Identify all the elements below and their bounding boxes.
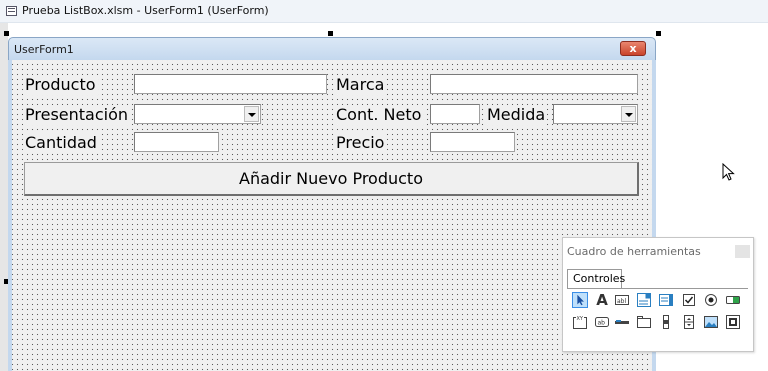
label-cont-neto[interactable]: Cont. Neto [334, 105, 424, 125]
toolbox-divider [567, 288, 748, 289]
close-button[interactable]: x [620, 41, 646, 56]
marca-textbox[interactable] [430, 74, 638, 94]
scrollbar-icon[interactable] [658, 314, 674, 330]
label-precio[interactable]: Precio [334, 133, 387, 153]
dropdown-arrow-icon[interactable] [244, 106, 259, 122]
label-presentacion[interactable]: Presentación [23, 105, 131, 125]
precio-textbox[interactable] [430, 132, 515, 152]
close-icon: x [629, 42, 637, 55]
label-cantidad[interactable]: Cantidad [23, 133, 99, 153]
dropdown-arrow-icon[interactable] [621, 106, 636, 122]
label-producto[interactable]: Producto [23, 75, 98, 95]
label-medida[interactable]: Medida [485, 105, 548, 125]
image-icon[interactable] [703, 314, 719, 330]
designer-gutter [0, 23, 8, 371]
multipage-icon[interactable] [636, 314, 652, 330]
label-icon[interactable]: A [594, 292, 610, 308]
svg-text:abl: abl [617, 298, 626, 305]
designer-title: Prueba ListBox.xlsm - UserForm1 (UserFor… [22, 4, 269, 17]
mouse-cursor-icon [722, 163, 735, 181]
frame-glyph: XY [577, 316, 584, 322]
toolbox-close-button[interactable] [735, 245, 750, 258]
toolbox-title: Cuadro de herramientas [567, 245, 701, 258]
presentacion-combobox[interactable] [134, 104, 261, 124]
userform-window-icon [6, 6, 17, 16]
spinbutton-icon[interactable] [681, 314, 697, 330]
cont-neto-textbox[interactable] [430, 104, 480, 124]
pointer-icon[interactable] [572, 292, 588, 308]
add-product-button[interactable]: Añadir Nuevo Producto [24, 162, 639, 196]
resize-handle-top-left[interactable] [4, 31, 9, 36]
resize-handle-top[interactable] [328, 31, 333, 36]
resize-handle-top-right[interactable] [656, 31, 661, 36]
tabstrip-icon[interactable] [614, 314, 630, 330]
refedit-icon[interactable] [725, 314, 741, 330]
producto-textbox[interactable] [134, 74, 327, 94]
button-glyph: ab [598, 320, 606, 327]
label-marca[interactable]: Marca [334, 75, 387, 95]
togglebutton-icon[interactable] [725, 292, 741, 308]
checkbox-icon[interactable] [681, 292, 697, 308]
cantidad-textbox[interactable] [134, 132, 219, 152]
listbox-icon[interactable] [658, 292, 674, 308]
commandbutton-icon[interactable]: ab [594, 314, 610, 330]
combobox-icon[interactable] [636, 292, 652, 308]
userform-title-bar[interactable] [8, 37, 656, 60]
optionbutton-icon[interactable] [703, 292, 719, 308]
textbox-icon[interactable]: abl [614, 292, 630, 308]
frame-icon[interactable]: XY [572, 314, 588, 330]
userform-title: UserForm1 [14, 43, 74, 56]
tab-controles-label: Controles [573, 272, 626, 285]
medida-combobox[interactable] [553, 104, 638, 124]
